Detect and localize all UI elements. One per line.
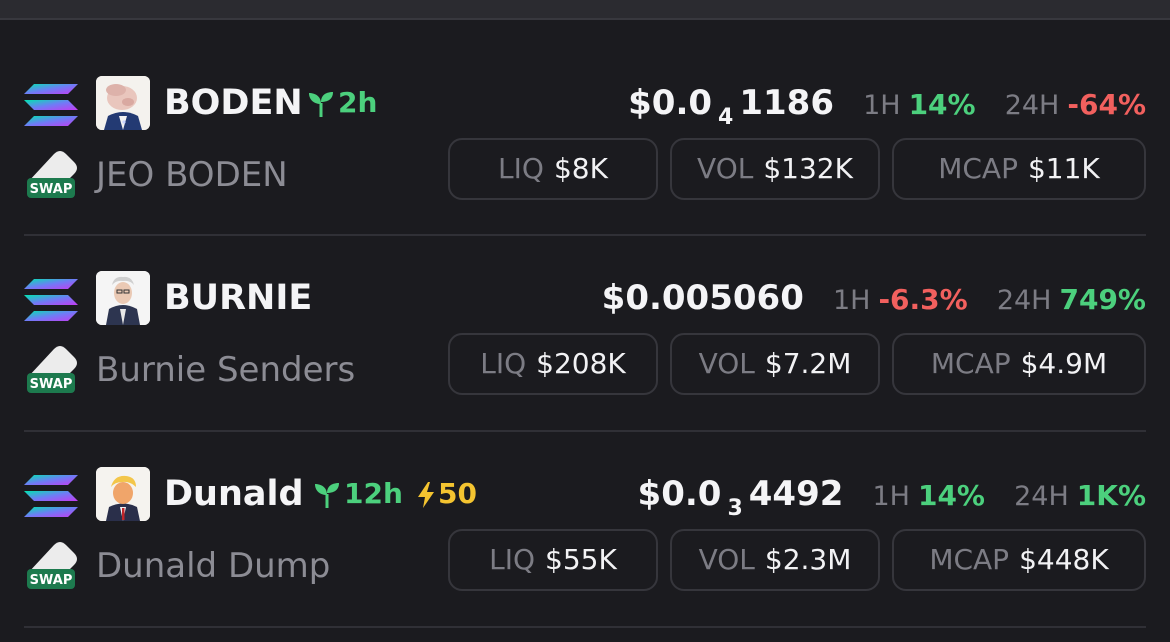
solana-icon xyxy=(24,279,78,321)
seedling-icon xyxy=(309,92,333,117)
top-bar-divider xyxy=(0,18,1170,20)
change-24h-label: 24H xyxy=(996,285,1052,316)
change-24h-value: 749% xyxy=(1059,283,1146,316)
row-divider xyxy=(24,626,1146,628)
vol-label: VOL xyxy=(698,347,755,380)
liq-label: LIQ xyxy=(489,543,536,576)
swap-icon: SWAP xyxy=(27,151,77,198)
change-24h-label: 24H xyxy=(1004,90,1060,121)
change-1h-value: -6.3% xyxy=(878,283,968,316)
mcap-pill[interactable]: MCAP $4.9M xyxy=(892,333,1146,395)
swap-icon: SWAP xyxy=(27,346,77,393)
swap-label: SWAP xyxy=(30,573,73,588)
price-prefix: $0.0 xyxy=(637,474,722,514)
price-tail: 1186 xyxy=(739,83,834,123)
mcap-value: $11K xyxy=(1027,152,1100,185)
token-age-text: 12h xyxy=(344,477,403,510)
liquidity-pill[interactable]: LIQ $208K xyxy=(448,333,658,395)
price-zero-count: 3 xyxy=(727,496,743,521)
liq-label: LIQ xyxy=(480,347,527,380)
token-boost-count: 50 xyxy=(438,477,477,510)
token-price: $0.0 4 1186 xyxy=(628,83,834,130)
token-avatar xyxy=(96,467,150,521)
volume-pill[interactable]: VOL $7.2M xyxy=(670,333,880,395)
row-divider xyxy=(24,430,1146,432)
token-symbol: BODEN xyxy=(164,83,303,123)
solana-icon xyxy=(24,84,78,126)
volume-pill[interactable]: VOL $2.3M xyxy=(670,529,880,591)
mcap-pill[interactable]: MCAP $11K xyxy=(892,138,1146,200)
mcap-pill[interactable]: MCAP $448K xyxy=(892,529,1146,591)
token-age: 2h xyxy=(308,76,377,130)
price-zero-count: 4 xyxy=(718,105,734,130)
token-symbol: BURNIE xyxy=(164,278,313,318)
price-stats: $0.0 4 1186 1H 14% 24H -64% xyxy=(628,76,1146,130)
price-tail: 4492 xyxy=(748,474,844,514)
row-divider xyxy=(24,234,1146,236)
price-stats: $0.005060 1H -6.3% 24H 749% xyxy=(602,271,1146,325)
mcap-value: $448K xyxy=(1019,543,1109,576)
liquidity-pill[interactable]: LIQ $55K xyxy=(448,529,658,591)
change-24h-label: 24H xyxy=(1014,481,1069,512)
token-age-text: 2h xyxy=(338,86,378,119)
token-symbol: Dunald xyxy=(164,474,304,514)
solana-icon xyxy=(24,475,78,517)
token-row-dunald[interactable]: Dunald 12h 50 $0.0 3 4492 1H 14% 24H 1K% SWA… xyxy=(24,467,1146,627)
swap-label: SWAP xyxy=(30,377,73,392)
change-1h-label: 1H xyxy=(872,481,910,512)
liq-label: LIQ xyxy=(498,152,544,185)
token-avatar xyxy=(96,271,150,325)
vol-value: $7.2M xyxy=(764,347,852,380)
token-price: $0.0 3 4492 xyxy=(637,474,844,521)
volume-pill[interactable]: VOL $132K xyxy=(670,138,880,200)
swap-label: SWAP xyxy=(30,182,73,197)
token-boost: 50 xyxy=(416,467,477,521)
token-name: JEO BODEN xyxy=(96,155,288,195)
mcap-value: $4.9M xyxy=(1020,347,1108,380)
token-avatar xyxy=(96,76,150,130)
top-bar xyxy=(0,0,1170,18)
token-age: 12h xyxy=(314,467,403,521)
vol-label: VOL xyxy=(698,543,755,576)
change-1h-value: 14% xyxy=(908,88,976,121)
mcap-label: MCAP xyxy=(938,152,1018,185)
vol-label: VOL xyxy=(697,152,754,185)
change-1h-value: 14% xyxy=(917,479,985,512)
mcap-label: MCAP xyxy=(929,543,1010,576)
lightning-icon xyxy=(418,482,434,508)
vol-value: $132K xyxy=(763,152,853,185)
price-stats: $0.0 3 4492 1H 14% 24H 1K% xyxy=(638,467,1146,521)
liquidity-pill[interactable]: LIQ $8K xyxy=(448,138,658,200)
change-24h-value: 1K% xyxy=(1076,479,1146,512)
mcap-label: MCAP xyxy=(930,347,1011,380)
change-24h-value: -64% xyxy=(1067,88,1146,121)
token-row-boden[interactable]: BODEN 2h $0.0 4 1186 1H 14% 24H -64% SWAP JE… xyxy=(24,76,1146,236)
token-row-burnie[interactable]: BURNIE $0.005060 1H -6.3% 24H 749% SWAP Bu… xyxy=(24,271,1146,431)
token-price: $0.005060 xyxy=(601,278,804,318)
change-1h-label: 1H xyxy=(832,285,871,316)
liq-value: $8K xyxy=(553,152,608,185)
vol-value: $2.3M xyxy=(764,543,852,576)
price-prefix: $0.0 xyxy=(628,83,713,123)
liq-value: $208K xyxy=(536,347,626,380)
change-1h-label: 1H xyxy=(863,90,901,121)
liq-value: $55K xyxy=(545,543,617,576)
swap-icon: SWAP xyxy=(27,542,77,589)
seedling-icon xyxy=(315,483,339,508)
token-name: Burnie Senders xyxy=(96,350,356,390)
token-name: Dunald Dump xyxy=(96,546,331,586)
